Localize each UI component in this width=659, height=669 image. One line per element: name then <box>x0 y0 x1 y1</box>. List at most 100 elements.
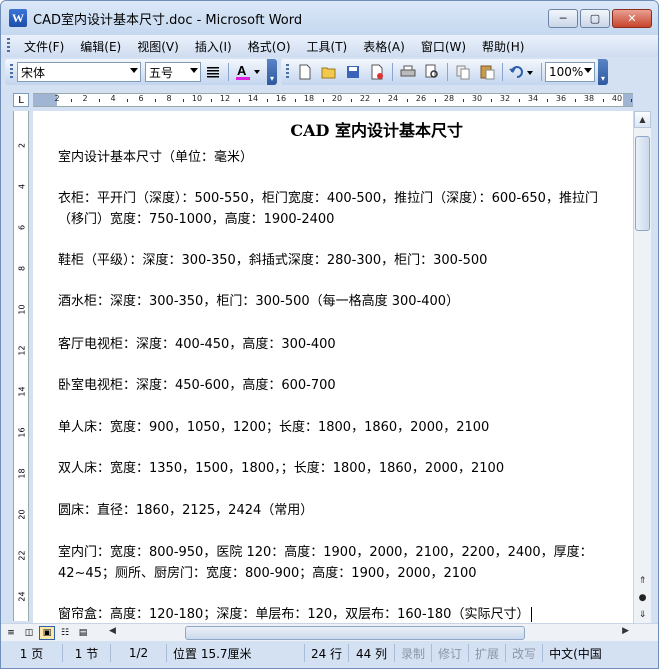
zoom-select[interactable]: 100% <box>545 62 595 82</box>
copy-button[interactable] <box>452 61 474 83</box>
font-name-select[interactable]: 宋体 <box>17 62 141 82</box>
ruler-number: 20 <box>331 94 343 103</box>
toolbar-separator <box>447 63 448 81</box>
chevron-down-icon: ▾ <box>600 74 605 83</box>
status-extend[interactable]: 扩展 <box>469 644 507 662</box>
browse-object-button[interactable]: ● <box>634 590 651 605</box>
ruler-tick <box>267 99 268 102</box>
vertical-ruler-number: 20 <box>17 509 27 520</box>
vertical-ruler-number: 12 <box>17 345 27 356</box>
menu-table[interactable]: 表格(A) <box>357 38 411 55</box>
status-bar: 1 页 1 节 1/2 位置 15.7厘米 24 行 44 列 录制 修订 扩展… <box>1 642 658 664</box>
next-page-button[interactable]: ⇓ <box>634 607 651 622</box>
outline-view-button[interactable]: ☷ <box>57 626 73 640</box>
scroll-up-button[interactable]: ▲ <box>634 111 651 128</box>
reading-view-button[interactable]: ▤ <box>75 626 91 640</box>
chevron-down-icon: ▾ <box>269 74 274 83</box>
menu-file[interactable]: 文件(F) <box>18 38 70 55</box>
horizontal-scrollbar[interactable]: ◀ ▶ <box>109 626 629 640</box>
status-page: 1 页 <box>1 644 63 662</box>
text-cursor <box>531 607 533 622</box>
browse-object-icon: ● <box>638 592 647 603</box>
maximize-button[interactable]: ▢ <box>580 9 610 28</box>
menu-insert[interactable]: 插入(I) <box>189 38 238 55</box>
document-page[interactable]: CAD 室内设计基本尺寸 室内设计基本尺寸（单位：毫米） 衣柜：平开门（深度）：… <box>33 111 633 623</box>
vertical-ruler-number: 16 <box>17 427 27 438</box>
menu-format[interactable]: 格式(O) <box>242 38 297 55</box>
close-button[interactable]: ✕ <box>612 9 652 28</box>
ruler-tick <box>631 99 632 102</box>
print-preview-icon <box>425 64 438 78</box>
vertical-ruler[interactable]: 2 4 6 8 10 12 14 16 18 20 22 24 <box>13 111 29 621</box>
menu-tools[interactable]: 工具(T) <box>301 38 354 55</box>
status-language: 中文(中国 <box>549 646 602 661</box>
menu-help[interactable]: 帮助(H) <box>476 38 530 55</box>
formatting-toolbar: 宋体 五号 A <box>5 59 267 85</box>
vertical-scroll-thumb[interactable] <box>635 136 650 231</box>
toolbar-grip[interactable] <box>286 64 289 80</box>
ruler-tick <box>295 99 296 102</box>
horizontal-scroll-thumb[interactable] <box>185 626 525 640</box>
toolbar-grip[interactable] <box>10 64 13 80</box>
horizontal-ruler[interactable]: 2 2 4 6 8 10 12 14 16 18 20 22 24 26 28 30 32 34 36 38 40 <box>33 93 633 107</box>
paragraph: 室内设计基本尺寸（单位：毫米） <box>58 150 254 165</box>
print-layout-button[interactable]: ▣ <box>39 625 55 640</box>
vertical-ruler-number: 14 <box>17 386 27 397</box>
menu-view[interactable]: 视图(V) <box>131 38 185 55</box>
permission-button[interactable] <box>366 61 388 83</box>
word-app-icon[interactable]: W <box>9 9 27 27</box>
tab-selector[interactable]: L <box>13 93 29 107</box>
ruler-tick <box>239 99 240 102</box>
ruler-tick <box>211 99 212 102</box>
status-track-changes[interactable]: 修订 <box>432 644 470 662</box>
web-view-button[interactable]: ◫ <box>21 626 37 640</box>
ruler-tick <box>491 99 492 102</box>
ruler-number: 10 <box>191 94 203 103</box>
web-view-icon: ◫ <box>24 627 34 638</box>
font-size-select[interactable]: 五号 <box>145 62 201 82</box>
normal-view-button[interactable]: ≡ <box>3 626 19 640</box>
save-button[interactable] <box>342 61 364 83</box>
ruler-number: 14 <box>247 94 259 103</box>
undo-button[interactable] <box>507 61 537 83</box>
justify-align-button[interactable] <box>202 61 224 83</box>
outline-view-icon: ☷ <box>60 627 70 638</box>
paste-icon <box>480 65 495 80</box>
window-title: CAD室内设计基本尺寸.doc - Microsoft Word <box>33 12 303 28</box>
menu-window[interactable]: 窗口(W) <box>415 38 472 55</box>
save-icon <box>347 66 359 78</box>
word-window: W CAD室内设计基本尺寸.doc - Microsoft Word ─ ▢ ✕… <box>0 0 659 669</box>
ruler-tick <box>575 99 576 102</box>
vertical-scrollbar[interactable]: ▲ ⇑ ● ⇓ <box>633 111 651 623</box>
ruler-tick <box>379 99 380 102</box>
status-overtype[interactable]: 改写 <box>506 644 544 662</box>
menu-edit[interactable]: 编辑(E) <box>74 38 127 55</box>
chevron-down-icon <box>584 68 592 73</box>
previous-page-button[interactable]: ⇑ <box>634 573 651 588</box>
ruler-number: 28 <box>443 94 455 103</box>
menu-grip[interactable] <box>7 38 10 54</box>
ruler-number: 34 <box>527 94 539 103</box>
status-section: 1 节 <box>63 644 111 662</box>
scroll-right-button[interactable]: ▶ <box>622 626 629 636</box>
paragraph: 圆床：直径：1860，2125，2424（常用） <box>58 503 314 518</box>
paste-button[interactable] <box>476 61 498 83</box>
minimize-button[interactable]: ─ <box>548 9 578 28</box>
print-preview-button[interactable] <box>421 61 443 83</box>
status-record[interactable]: 录制 <box>395 644 433 662</box>
toolbar-options-button[interactable]: ▾ <box>267 59 277 85</box>
normal-view-icon: ≡ <box>7 627 15 638</box>
font-name-value: 宋体 <box>21 65 46 80</box>
open-button[interactable] <box>318 61 340 83</box>
scroll-left-button[interactable]: ◀ <box>109 626 116 636</box>
ruler-tick <box>407 99 408 102</box>
double-up-arrow-icon: ⇑ <box>638 575 647 586</box>
ruler-number: 36 <box>555 94 567 103</box>
new-document-button[interactable] <box>294 61 316 83</box>
new-document-icon <box>299 64 311 80</box>
toolbar-options-button[interactable]: ▾ <box>598 59 608 85</box>
print-button[interactable] <box>397 61 419 83</box>
ruler-tick <box>183 99 184 102</box>
status-page-count: 1/2 <box>111 644 167 662</box>
font-color-button[interactable]: A <box>233 61 263 83</box>
